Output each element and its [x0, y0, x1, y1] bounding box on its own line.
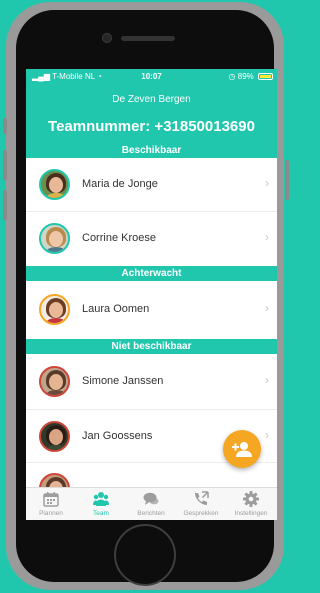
avatar	[39, 421, 70, 452]
battery-status: ◷ 89%	[229, 72, 273, 81]
chevron-right-icon: ›	[265, 301, 269, 315]
volume-down-button	[3, 190, 7, 220]
avatar	[39, 366, 70, 397]
front-camera	[102, 33, 112, 43]
tab-gesprekken[interactable]: Gesprekken	[176, 488, 226, 520]
team-icon	[93, 492, 109, 506]
tab-bar: Plannen Team Berichten Gesprekken Instel…	[26, 487, 277, 520]
alarm-icon: ◷	[228, 72, 236, 81]
organization-name: De Zeven Bergen	[112, 94, 191, 105]
avatar	[39, 223, 70, 254]
chevron-right-icon: ›	[265, 428, 269, 442]
status-bar: ▂▄▆ T-Mobile NL ◔ 10:07 ◷ 89%	[26, 69, 277, 85]
phone-call-icon	[195, 491, 209, 505]
tab-berichten[interactable]: Berichten	[126, 488, 176, 520]
avatar	[39, 169, 70, 200]
section-header-backup: Achterwacht	[26, 266, 277, 281]
earpiece-speaker	[121, 36, 175, 41]
volume-up-button	[3, 150, 7, 180]
member-name: Corrine Kroese	[82, 232, 156, 244]
tab-team[interactable]: Team	[76, 488, 126, 520]
member-name: Simone Janssen	[82, 375, 164, 387]
battery-icon	[258, 73, 273, 80]
team-member-row[interactable]: Corrine Kroese ›	[26, 212, 277, 266]
chevron-right-icon: ›	[265, 176, 269, 190]
home-button[interactable]	[114, 524, 176, 586]
section-header-unavailable: Niet beschikbaar	[26, 339, 277, 354]
chat-icon	[143, 492, 159, 505]
team-member-row[interactable]: Maria de Jonge ›	[26, 158, 277, 211]
calendar-icon	[43, 492, 59, 507]
add-person-icon	[232, 442, 252, 457]
member-name: Laura Oomen	[82, 303, 150, 315]
avatar	[39, 294, 70, 325]
power-button	[285, 160, 289, 200]
member-name: Maria de Jonge	[82, 178, 158, 190]
team-number[interactable]: Teamnummer: +31850013690	[26, 118, 277, 135]
mute-switch	[3, 118, 7, 134]
team-member-row[interactable]: Laura Oomen ›	[26, 281, 277, 339]
team-header: De Zeven Bergen Teamnummer: +31850013690	[26, 85, 277, 143]
team-member-row[interactable]: Simone Janssen ›	[26, 354, 277, 409]
member-name: Jan Goossens	[82, 430, 153, 442]
chevron-right-icon: ›	[265, 230, 269, 244]
tab-instellingen[interactable]: Instellingen	[226, 488, 276, 520]
tab-plannen[interactable]: Plannen	[26, 488, 76, 520]
app-screen: ▂▄▆ T-Mobile NL ◔ 10:07 ◷ 89% De Zeven B…	[26, 69, 277, 520]
section-header-available: Beschikbaar	[26, 143, 277, 158]
chevron-right-icon: ›	[265, 373, 269, 387]
add-team-member-button[interactable]	[223, 430, 261, 468]
gear-icon	[243, 491, 259, 507]
